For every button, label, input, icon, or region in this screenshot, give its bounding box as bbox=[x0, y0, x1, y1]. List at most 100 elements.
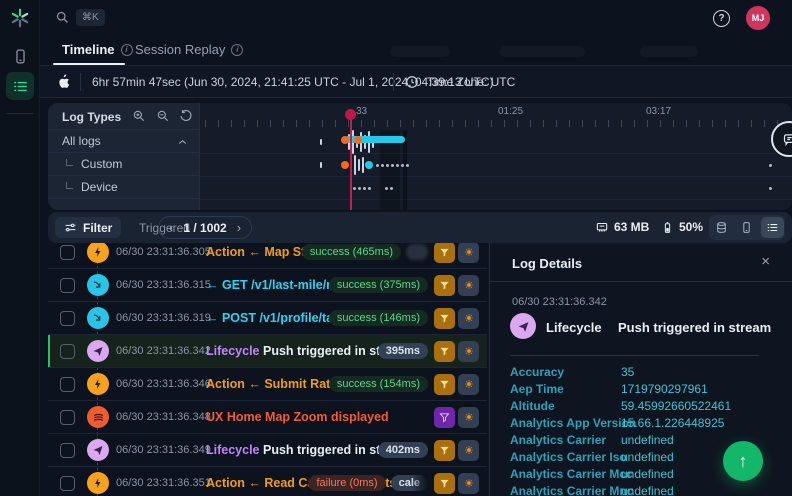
log-row[interactable]: 06/30 23:31:36.349 Lifecycle Push trigge… bbox=[48, 434, 487, 467]
highlight-button[interactable] bbox=[458, 374, 479, 395]
search-icon[interactable] bbox=[55, 10, 70, 25]
help-button[interactable]: ? bbox=[713, 10, 730, 27]
log-row[interactable]: 06/30 23:31:36.348 UX Home Map Zoom disp… bbox=[48, 401, 487, 434]
log-types-column: Log Types All logs Custom bbox=[48, 103, 200, 210]
filter-by-event-button[interactable] bbox=[434, 473, 455, 494]
view-list-button[interactable] bbox=[761, 217, 784, 238]
push-icon bbox=[87, 340, 109, 362]
duration-badge: 395ms bbox=[378, 343, 428, 359]
prev-page-button[interactable]: ‹ bbox=[169, 220, 173, 235]
row-divider bbox=[200, 199, 792, 200]
push-icon bbox=[87, 439, 109, 461]
filter-by-event-button[interactable] bbox=[434, 440, 455, 461]
field-value: undefined bbox=[621, 433, 674, 447]
event-label: Lifecycle bbox=[206, 344, 260, 358]
row-checkbox[interactable] bbox=[60, 278, 75, 293]
scroll-to-top-button[interactable]: ↑ bbox=[723, 441, 763, 481]
field-key: Analytics Carrier bbox=[510, 433, 606, 447]
reset-zoom-icon[interactable] bbox=[179, 109, 193, 123]
event-dot-cyan[interactable] bbox=[365, 161, 373, 169]
avatar[interactable]: MJ bbox=[746, 6, 770, 30]
field-value: 1719790297961 bbox=[621, 382, 708, 396]
apple-icon bbox=[55, 73, 72, 90]
log-type-row-all-logs[interactable]: All logs bbox=[48, 130, 200, 153]
log-types-title: Log Types bbox=[62, 110, 121, 124]
status-badge: success (465ms) bbox=[302, 244, 401, 260]
highlight-button[interactable] bbox=[458, 473, 479, 494]
highlight-button[interactable] bbox=[458, 308, 479, 329]
filter-by-event-button[interactable] bbox=[434, 275, 455, 296]
battery-meter: 50% bbox=[661, 220, 703, 234]
zoom-in-icon[interactable] bbox=[132, 109, 146, 123]
row-checkbox[interactable] bbox=[60, 410, 75, 425]
field-value: undefined bbox=[621, 467, 674, 481]
event-dot-orange[interactable] bbox=[341, 136, 349, 144]
log-row[interactable]: 06/30 23:31:36.319 ← POST /v1/profile/ta… bbox=[48, 302, 487, 335]
active-tab-underline bbox=[53, 63, 125, 65]
event-dot-orange[interactable] bbox=[354, 136, 362, 144]
event-dot-orange[interactable] bbox=[341, 161, 349, 169]
highlight-button[interactable] bbox=[458, 275, 479, 296]
filter-by-event-button[interactable] bbox=[434, 407, 455, 428]
sidebar-device-button[interactable] bbox=[6, 42, 34, 70]
close-icon[interactable]: × bbox=[761, 253, 770, 270]
app-logo-icon[interactable] bbox=[9, 7, 31, 29]
zoom-out-icon[interactable] bbox=[156, 109, 170, 123]
tick-label: 01:25 bbox=[498, 106, 523, 117]
row-checkbox[interactable] bbox=[60, 377, 75, 392]
filter-by-event-button[interactable] bbox=[434, 242, 455, 263]
redacted-blob bbox=[390, 46, 450, 57]
highlight-button[interactable] bbox=[458, 407, 479, 428]
detail-field: Analytics Carrier Mnc undefined bbox=[510, 484, 780, 496]
chevron-up-icon[interactable] bbox=[177, 137, 188, 148]
filter-button[interactable]: Filter bbox=[55, 217, 121, 238]
log-type-row-custom[interactable]: Custom bbox=[48, 153, 200, 176]
highlight-button[interactable] bbox=[458, 341, 479, 362]
row-checkbox[interactable] bbox=[60, 344, 75, 359]
chat-bubble-icon bbox=[782, 132, 792, 147]
row-timestamp: 06/30 23:31:36.319 bbox=[116, 312, 211, 324]
pagination: ‹ 1 / 1002 › bbox=[158, 216, 252, 239]
detail-field: Accuracy 35 bbox=[510, 365, 780, 382]
row-checkbox[interactable] bbox=[60, 245, 75, 260]
list-icon bbox=[766, 221, 779, 234]
filter-by-event-button[interactable] bbox=[434, 341, 455, 362]
row-checkbox[interactable] bbox=[60, 443, 75, 458]
highlight-button[interactable] bbox=[458, 242, 479, 263]
event-dot bbox=[381, 164, 384, 167]
event-label: Lifecycle bbox=[206, 443, 260, 457]
field-value: 15.66.1.226448925 bbox=[621, 416, 724, 430]
status-badge: success (375ms) bbox=[329, 277, 428, 293]
event-dot bbox=[386, 164, 389, 167]
search-shortcut-badge[interactable]: ⌘K bbox=[76, 9, 105, 26]
view-data-button[interactable] bbox=[710, 217, 733, 238]
event-dot bbox=[358, 187, 361, 190]
row-checkbox[interactable] bbox=[60, 476, 75, 491]
log-row[interactable]: 06/30 23:31:36.315 ← GET /v1/last-mile/r… bbox=[48, 269, 487, 302]
playhead-line[interactable] bbox=[350, 113, 352, 210]
log-row[interactable]: 06/30 23:31:36.346 Action ← Submit Ratin… bbox=[48, 368, 487, 401]
log-row[interactable]: 06/30 23:31:36.351 Action ← Read Calenda… bbox=[48, 467, 487, 496]
row-checkbox[interactable] bbox=[60, 311, 75, 326]
tab-session-replay[interactable]: Session Replay i bbox=[135, 42, 243, 57]
log-type-row-device[interactable]: Device bbox=[48, 176, 200, 199]
tab-timeline[interactable]: Timeline i bbox=[62, 42, 133, 57]
field-key: Accuracy bbox=[510, 365, 564, 379]
view-device-button[interactable] bbox=[735, 217, 758, 238]
filter-by-event-button[interactable] bbox=[434, 374, 455, 395]
playhead-handle[interactable] bbox=[345, 109, 356, 120]
waveform-bar bbox=[358, 159, 360, 171]
timeline-ruler[interactable] bbox=[205, 120, 788, 127]
log-row-selected[interactable]: 06/30 23:31:36.342 Lifecycle Push trigge… bbox=[48, 335, 487, 368]
sidebar-divider bbox=[7, 113, 33, 114]
filter-by-event-button[interactable] bbox=[434, 308, 455, 329]
highlight-button[interactable] bbox=[458, 440, 479, 461]
next-page-button[interactable]: › bbox=[237, 220, 241, 235]
row-divider bbox=[200, 153, 792, 154]
database-icon bbox=[715, 221, 728, 234]
sidebar-logs-button[interactable] bbox=[6, 72, 34, 100]
row-timestamp: 06/30 23:31:36.315 bbox=[116, 279, 211, 291]
event-label: Action bbox=[206, 377, 245, 391]
view-toggle-group bbox=[709, 215, 785, 240]
blurred-badge bbox=[406, 244, 428, 260]
